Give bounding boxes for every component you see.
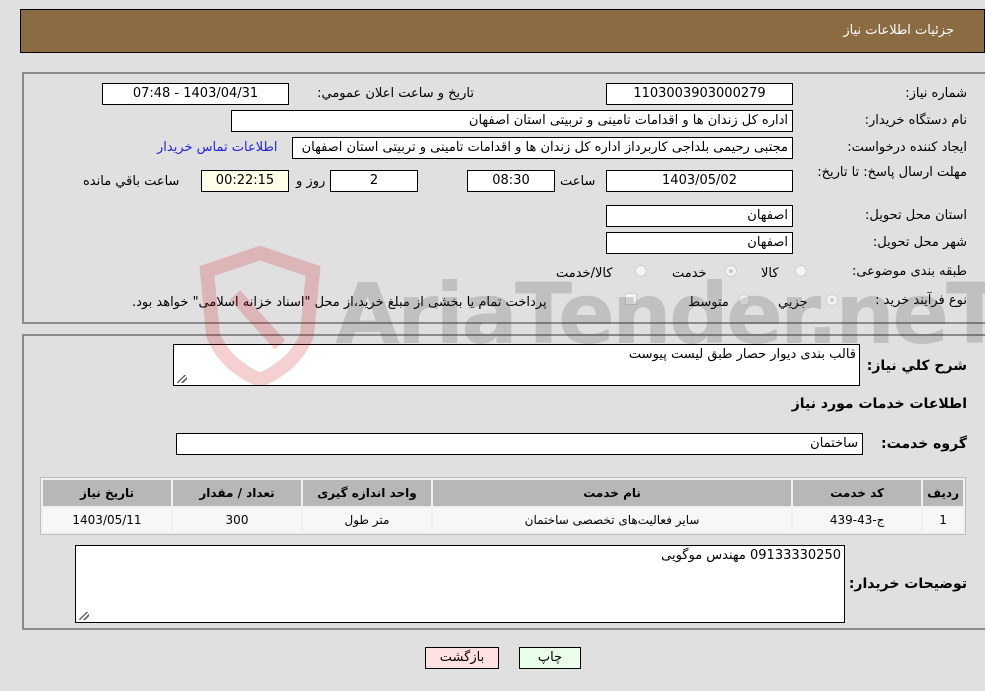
resize-grip-icon[interactable] (79, 612, 89, 620)
time-remaining-label: ساعت باقي مانده (83, 174, 180, 189)
category-option-service: خدمت (672, 266, 707, 281)
days-remaining-field[interactable]: 2 (330, 170, 418, 192)
back-button[interactable]: بازگشت (425, 647, 499, 669)
page-title: جزئیات اطلاعات نیاز (843, 23, 954, 38)
process-option-minor: جزيي (778, 295, 808, 310)
resize-grip-icon[interactable] (177, 375, 187, 383)
process-type-label: نوع فرآیند خرید : (875, 293, 967, 308)
need-number-label: شماره نیاز: (905, 86, 967, 101)
category-option-goods: کالا (761, 266, 779, 281)
cell-service-code: ج-43-439 (793, 508, 922, 532)
buyer-org-label: نام دستگاه خریدار: (864, 113, 967, 128)
cell-service-name: سایر فعالیت‌های تخصصی ساختمان (433, 508, 792, 532)
col-header-need-date: تاریخ نیاز (43, 480, 171, 506)
category-radio-service[interactable] (725, 265, 737, 277)
announce-label: تاریخ و ساعت اعلان عمومي: (317, 86, 474, 101)
process-radio-medium[interactable] (738, 294, 750, 306)
col-header-quantity: تعداد / مقدار (173, 480, 301, 506)
cell-row-number: 1 (923, 508, 963, 532)
service-group-field[interactable]: ساختمان (176, 433, 863, 455)
table-row: 1 ج-43-439 سایر فعالیت‌های تخصصی ساختمان… (43, 508, 963, 532)
deadline-time-field[interactable]: 08:30 (467, 170, 555, 192)
city-label: شهر محل تحویل: (872, 235, 967, 250)
process-option-medium: متوسط (688, 295, 729, 310)
buyer-notes-text: 09133330250 مهندس موگویی (661, 548, 841, 563)
table-header-row: ردیف کد خدمت نام خدمت واحد اندازه گیری ت… (43, 480, 963, 506)
treasury-note: پرداخت تمام یا بخشی از مبلغ خرید،از محل … (132, 295, 547, 310)
col-header-service-name: نام خدمت (433, 480, 792, 506)
category-label: طبقه بندی موضوعی: (851, 264, 967, 279)
city-field[interactable]: اصفهان (606, 232, 793, 254)
col-header-service-code: کد خدمت (793, 480, 922, 506)
description-text: قالب بندی دیوار حصار طبق لیست پیوست (628, 347, 856, 362)
deadline-time-label: ساعت (560, 174, 596, 189)
col-header-row-number: ردیف (923, 480, 963, 506)
services-table: ردیف کد خدمت نام خدمت واحد اندازه گیری ت… (40, 477, 966, 535)
cell-need-date: 1403/05/11 (43, 508, 171, 532)
treasury-checkbox[interactable] (625, 293, 637, 305)
days-label: روز و (296, 174, 326, 189)
print-button[interactable]: چاپ (519, 647, 581, 669)
province-field[interactable]: اصفهان (606, 205, 793, 227)
cell-unit: متر طول (303, 508, 431, 532)
cell-quantity: 300 (173, 508, 301, 532)
time-remaining-field: 00:22:15 (201, 170, 289, 192)
service-group-label: گروه خدمت: (881, 436, 967, 452)
buyer-org-field[interactable]: اداره کل زندان ها و اقدامات تامینی و ترب… (231, 110, 793, 132)
category-option-goods-service: کالا/خدمت (556, 266, 613, 281)
buyer-contact-link[interactable]: اطلاعات تماس خریدار (157, 140, 277, 155)
deadline-date-field[interactable]: 1403/05/02 (606, 170, 793, 192)
services-heading: اطلاعات خدمات مورد نیاز (791, 396, 967, 412)
description-textarea[interactable]: قالب بندی دیوار حصار طبق لیست پیوست (173, 344, 860, 386)
announce-datetime-field[interactable]: 1403/04/31 - 07:48 (102, 83, 289, 105)
page-header: جزئیات اطلاعات نیاز (20, 9, 985, 53)
category-radio-goods[interactable] (795, 265, 807, 277)
creator-label: ایجاد کننده درخواست: (847, 140, 967, 155)
province-label: استان محل تحویل: (865, 208, 967, 223)
buyer-notes-label: توضیحات خریدار: (848, 576, 967, 592)
deadline-label: مهلت ارسال پاسخ: تا تاریخ: (817, 165, 967, 180)
buyer-notes-textarea[interactable]: 09133330250 مهندس موگویی (75, 545, 845, 623)
process-radio-minor[interactable] (826, 294, 838, 306)
description-label: شرح کلي نیاز: (866, 358, 967, 374)
creator-field[interactable]: مجتبی رحیمی بلداجی کاربرداز اداره کل زند… (292, 137, 793, 159)
col-header-unit: واحد اندازه گیری (303, 480, 431, 506)
category-radio-goods-service[interactable] (635, 265, 647, 277)
need-number-field[interactable]: 1103003903000279 (606, 83, 793, 105)
